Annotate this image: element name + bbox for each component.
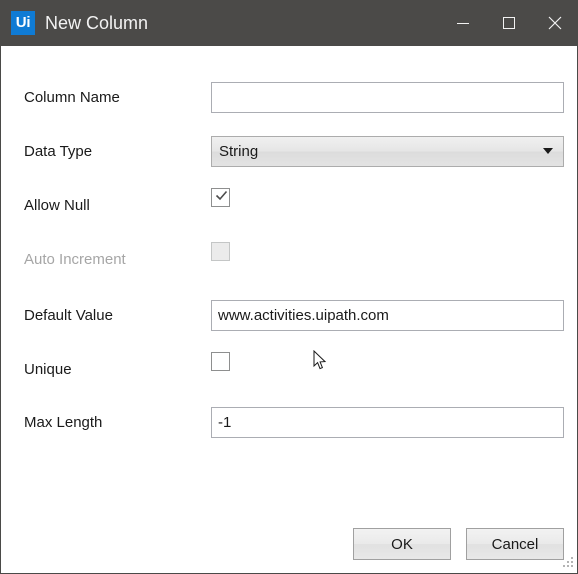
unique-checkbox-wrap [211, 352, 230, 371]
row-unique: Unique [1, 352, 577, 386]
maximize-icon [503, 17, 515, 29]
label-max-length: Max Length [24, 413, 103, 431]
label-data-type: Data Type [24, 142, 93, 160]
row-column-name: Column Name [1, 80, 577, 114]
unique-checkbox[interactable] [211, 352, 230, 371]
resize-grip[interactable] [561, 557, 574, 570]
form-body: Column Name Data Type String Allow Null [1, 46, 577, 573]
check-icon [215, 190, 228, 201]
maximize-button[interactable] [486, 0, 532, 46]
row-max-length: Max Length -1 [1, 405, 577, 439]
auto-increment-checkbox-wrap [211, 242, 230, 261]
row-data-type: Data Type String [1, 134, 577, 168]
auto-increment-checkbox [211, 242, 230, 261]
column-name-input[interactable] [211, 81, 564, 113]
label-allow-null: Allow Null [24, 196, 90, 214]
row-auto-increment: Auto Increment [1, 242, 577, 276]
cancel-button[interactable]: Cancel [466, 528, 564, 560]
allow-null-checkbox[interactable] [211, 188, 230, 207]
chevron-down-icon [543, 148, 553, 154]
uipath-logo-icon: Ui [11, 11, 35, 35]
close-icon [548, 16, 562, 30]
default-value-input[interactable]: www.activities.uipath.com [211, 299, 564, 331]
default-value-text: www.activities.uipath.com [218, 306, 389, 324]
window-controls [440, 0, 578, 46]
allow-null-checkbox-wrap [211, 188, 230, 207]
label-unique: Unique [24, 360, 72, 378]
minimize-button[interactable] [440, 0, 486, 46]
row-allow-null: Allow Null [1, 188, 577, 222]
row-default-value: Default Value www.activities.uipath.com [1, 298, 577, 332]
title-bar[interactable]: Ui New Column [0, 0, 578, 46]
data-type-selected-value: String [219, 142, 259, 160]
minimize-icon [457, 23, 469, 24]
window-title: New Column [45, 12, 149, 33]
label-default-value: Default Value [24, 306, 113, 324]
max-length-input[interactable]: -1 [211, 406, 564, 438]
label-column-name: Column Name [24, 88, 120, 106]
label-auto-increment: Auto Increment [24, 250, 126, 268]
data-type-select[interactable]: String [211, 135, 564, 167]
close-button[interactable] [532, 0, 578, 46]
new-column-dialog: Ui New Column Column Name Data Type Stri… [0, 0, 578, 574]
ok-button[interactable]: OK [353, 528, 451, 560]
max-length-text: -1 [218, 413, 232, 431]
